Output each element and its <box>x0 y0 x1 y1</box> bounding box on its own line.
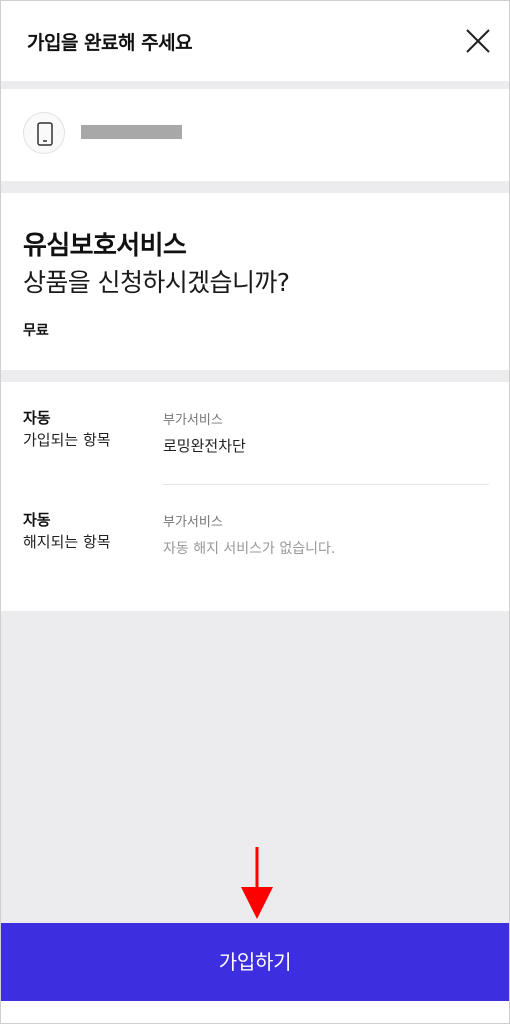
section-gap <box>1 81 509 89</box>
section-gap <box>1 370 509 382</box>
section-gap <box>1 181 509 193</box>
service-details: 자동 가입되는 항목 부가서비스 로밍완전차단 자동 해지되는 항목 부가서비스… <box>1 382 509 611</box>
bottom-padding <box>1 1001 509 1023</box>
close-button[interactable] <box>463 26 493 56</box>
phone-avatar <box>23 112 65 154</box>
auto-cancel-label: 자동 해지되는 항목 <box>23 509 111 553</box>
product-price: 무료 <box>23 323 49 339</box>
auto-cancel-category: 부가서비스 <box>163 515 223 530</box>
masked-phone-number <box>81 125 182 139</box>
auto-cancel-label-strong: 자동 <box>23 511 51 529</box>
product-question: 상품을 신청하시겠습니까? <box>23 268 290 297</box>
auto-cancel-value: 자동 해지 서비스가 없습니다. <box>163 541 336 557</box>
auto-join-value: 로밍완전차단 <box>163 437 246 455</box>
page-title: 가입을 완료해 주세요 <box>27 32 193 54</box>
red-arrow-down-icon <box>241 847 273 919</box>
auto-join-label-strong: 자동 <box>23 409 51 427</box>
product-summary: 유심보호서비스 상품을 신청하시겠습니까? 무료 <box>1 193 509 370</box>
detail-divider <box>163 484 489 485</box>
close-icon <box>466 29 490 53</box>
smartphone-icon <box>37 122 53 146</box>
auto-cancel-label-plain: 해지되는 항목 <box>23 533 111 551</box>
auto-join-label: 자동 가입되는 항목 <box>23 407 111 451</box>
signup-confirm-screen: 가입을 완료해 주세요 유심보호서비스 상품을 신청하시겠습니까? 무료 자동 … <box>0 0 510 1024</box>
auto-join-category: 부가서비스 <box>163 413 223 428</box>
header: 가입을 완료해 주세요 <box>1 1 509 81</box>
annotation-arrow <box>241 847 273 923</box>
product-name: 유심보호서비스 <box>23 231 187 261</box>
auto-join-label-plain: 가입되는 항목 <box>23 431 111 449</box>
phone-line-row <box>1 89 509 181</box>
join-button[interactable]: 가입하기 <box>1 923 509 1001</box>
